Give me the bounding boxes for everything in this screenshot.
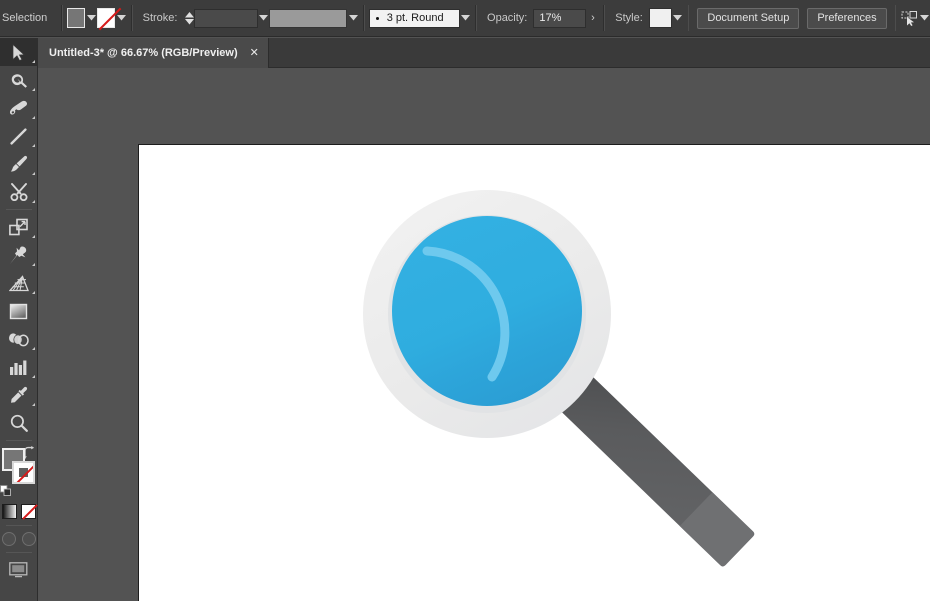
draw-normal-icon[interactable] bbox=[1, 532, 16, 546]
tool-flyout-indicator bbox=[31, 235, 35, 238]
separator bbox=[61, 5, 64, 31]
tool-flyout-indicator bbox=[31, 403, 35, 406]
blend-tool[interactable] bbox=[0, 325, 38, 353]
separator bbox=[130, 5, 133, 31]
brush-definition-value: 3 pt. Round bbox=[386, 12, 444, 24]
stroke-weight-input[interactable] bbox=[194, 8, 258, 28]
magnifier-handle bbox=[558, 375, 755, 567]
stroke-color-swatch[interactable] bbox=[96, 8, 116, 28]
tool-group-divider bbox=[5, 552, 32, 553]
none-icon[interactable] bbox=[20, 503, 36, 519]
opacity-label: Opacity: bbox=[487, 12, 528, 24]
gradient-tool[interactable] bbox=[0, 297, 38, 325]
active-tool-label: Selection bbox=[2, 12, 48, 24]
separator bbox=[603, 5, 606, 31]
tool-flyout-indicator bbox=[31, 88, 35, 91]
tool-flyout-indicator bbox=[31, 347, 35, 350]
none-slash-icon bbox=[13, 463, 33, 482]
scissors-tool[interactable] bbox=[0, 178, 38, 206]
tool-flyout-indicator bbox=[31, 172, 35, 175]
selection-tool[interactable] bbox=[0, 38, 38, 66]
pen-tool[interactable] bbox=[0, 94, 38, 122]
tool-group-divider bbox=[5, 209, 32, 210]
perspective-grid-tool[interactable] bbox=[0, 269, 38, 297]
separator bbox=[687, 5, 690, 31]
opacity-expand-icon[interactable]: › bbox=[586, 12, 599, 24]
fill-chevron-down-icon[interactable] bbox=[85, 8, 96, 28]
graphic-style-swatch[interactable] bbox=[648, 8, 673, 28]
tool-flyout-indicator bbox=[31, 200, 35, 203]
fill-stroke-control bbox=[0, 446, 38, 496]
zoom-tool[interactable] bbox=[0, 409, 38, 437]
tool-flyout-indicator bbox=[31, 60, 35, 63]
free-transform-tool[interactable] bbox=[0, 213, 38, 241]
stroke-profile-chevron-down-icon[interactable] bbox=[347, 8, 358, 28]
drawing-mode-row bbox=[0, 529, 38, 549]
style-label: Style: bbox=[615, 12, 643, 24]
default-fill-stroke-icon[interactable] bbox=[0, 485, 11, 496]
opacity-input[interactable]: 17% bbox=[533, 8, 587, 28]
tool-flyout-indicator bbox=[31, 144, 35, 147]
artboard[interactable] bbox=[138, 144, 930, 601]
column-graph-tool[interactable] bbox=[0, 353, 38, 381]
illustrator-window: Selection Stroke: 3 pt. Round Opacity: 1… bbox=[0, 0, 930, 601]
line-segment-tool[interactable] bbox=[0, 122, 38, 150]
separator bbox=[362, 5, 365, 31]
eyedropper-tool[interactable] bbox=[0, 381, 38, 409]
select-similar-chevron-down-icon[interactable] bbox=[918, 8, 929, 28]
magnifying-glass-illustration[interactable] bbox=[139, 145, 930, 601]
stroke-profile-selector[interactable] bbox=[269, 8, 348, 28]
preferences-button[interactable]: Preferences bbox=[807, 7, 887, 29]
style-chevron-down-icon[interactable] bbox=[672, 8, 683, 28]
fill-color-swatch[interactable] bbox=[67, 8, 86, 28]
screen-mode-icon[interactable] bbox=[0, 556, 38, 584]
document-tab[interactable]: Untitled-3* @ 66.67% (RGB/Preview) ✕ bbox=[38, 38, 269, 68]
paintbrush-tool[interactable] bbox=[0, 150, 38, 178]
control-bar: Selection Stroke: 3 pt. Round Opacity: 1… bbox=[0, 0, 930, 37]
document-tab-bar: Untitled-3* @ 66.67% (RGB/Preview) ✕ bbox=[0, 38, 930, 68]
magnifier-lens bbox=[392, 216, 582, 406]
select-similar-objects-icon[interactable] bbox=[900, 7, 918, 29]
tool-flyout-indicator bbox=[31, 291, 35, 294]
separator bbox=[475, 5, 478, 31]
direct-selection-tool[interactable] bbox=[0, 66, 38, 94]
tool-group-divider bbox=[5, 525, 32, 526]
document-setup-button[interactable]: Document Setup bbox=[697, 7, 800, 29]
canvas-workspace[interactable] bbox=[38, 68, 930, 601]
stroke-weight-chevron-down-icon[interactable] bbox=[258, 8, 269, 28]
tool-flyout-indicator bbox=[31, 375, 35, 378]
tools-panel bbox=[0, 38, 38, 601]
tool-flyout-indicator bbox=[31, 116, 35, 119]
brush-definition-chevron-down-icon[interactable] bbox=[460, 8, 471, 28]
separator bbox=[894, 5, 897, 31]
color-mode-row bbox=[0, 500, 38, 522]
brush-definition-selector[interactable]: 3 pt. Round bbox=[368, 8, 460, 28]
stroke-color-box[interactable] bbox=[11, 461, 35, 484]
stroke-weight-label: Stroke: bbox=[142, 12, 178, 24]
draw-behind-icon[interactable] bbox=[21, 532, 36, 546]
tool-flyout-indicator bbox=[31, 263, 35, 266]
brush-preview-dot bbox=[375, 16, 379, 20]
stroke-weight-stepper[interactable] bbox=[185, 7, 195, 29]
gradient-icon[interactable] bbox=[1, 503, 17, 519]
tool-group-divider bbox=[5, 440, 32, 441]
close-icon[interactable]: ✕ bbox=[250, 47, 259, 59]
document-tab-title: Untitled-3* @ 66.67% (RGB/Preview) bbox=[49, 47, 238, 59]
puppet-warp-tool[interactable] bbox=[0, 241, 38, 269]
